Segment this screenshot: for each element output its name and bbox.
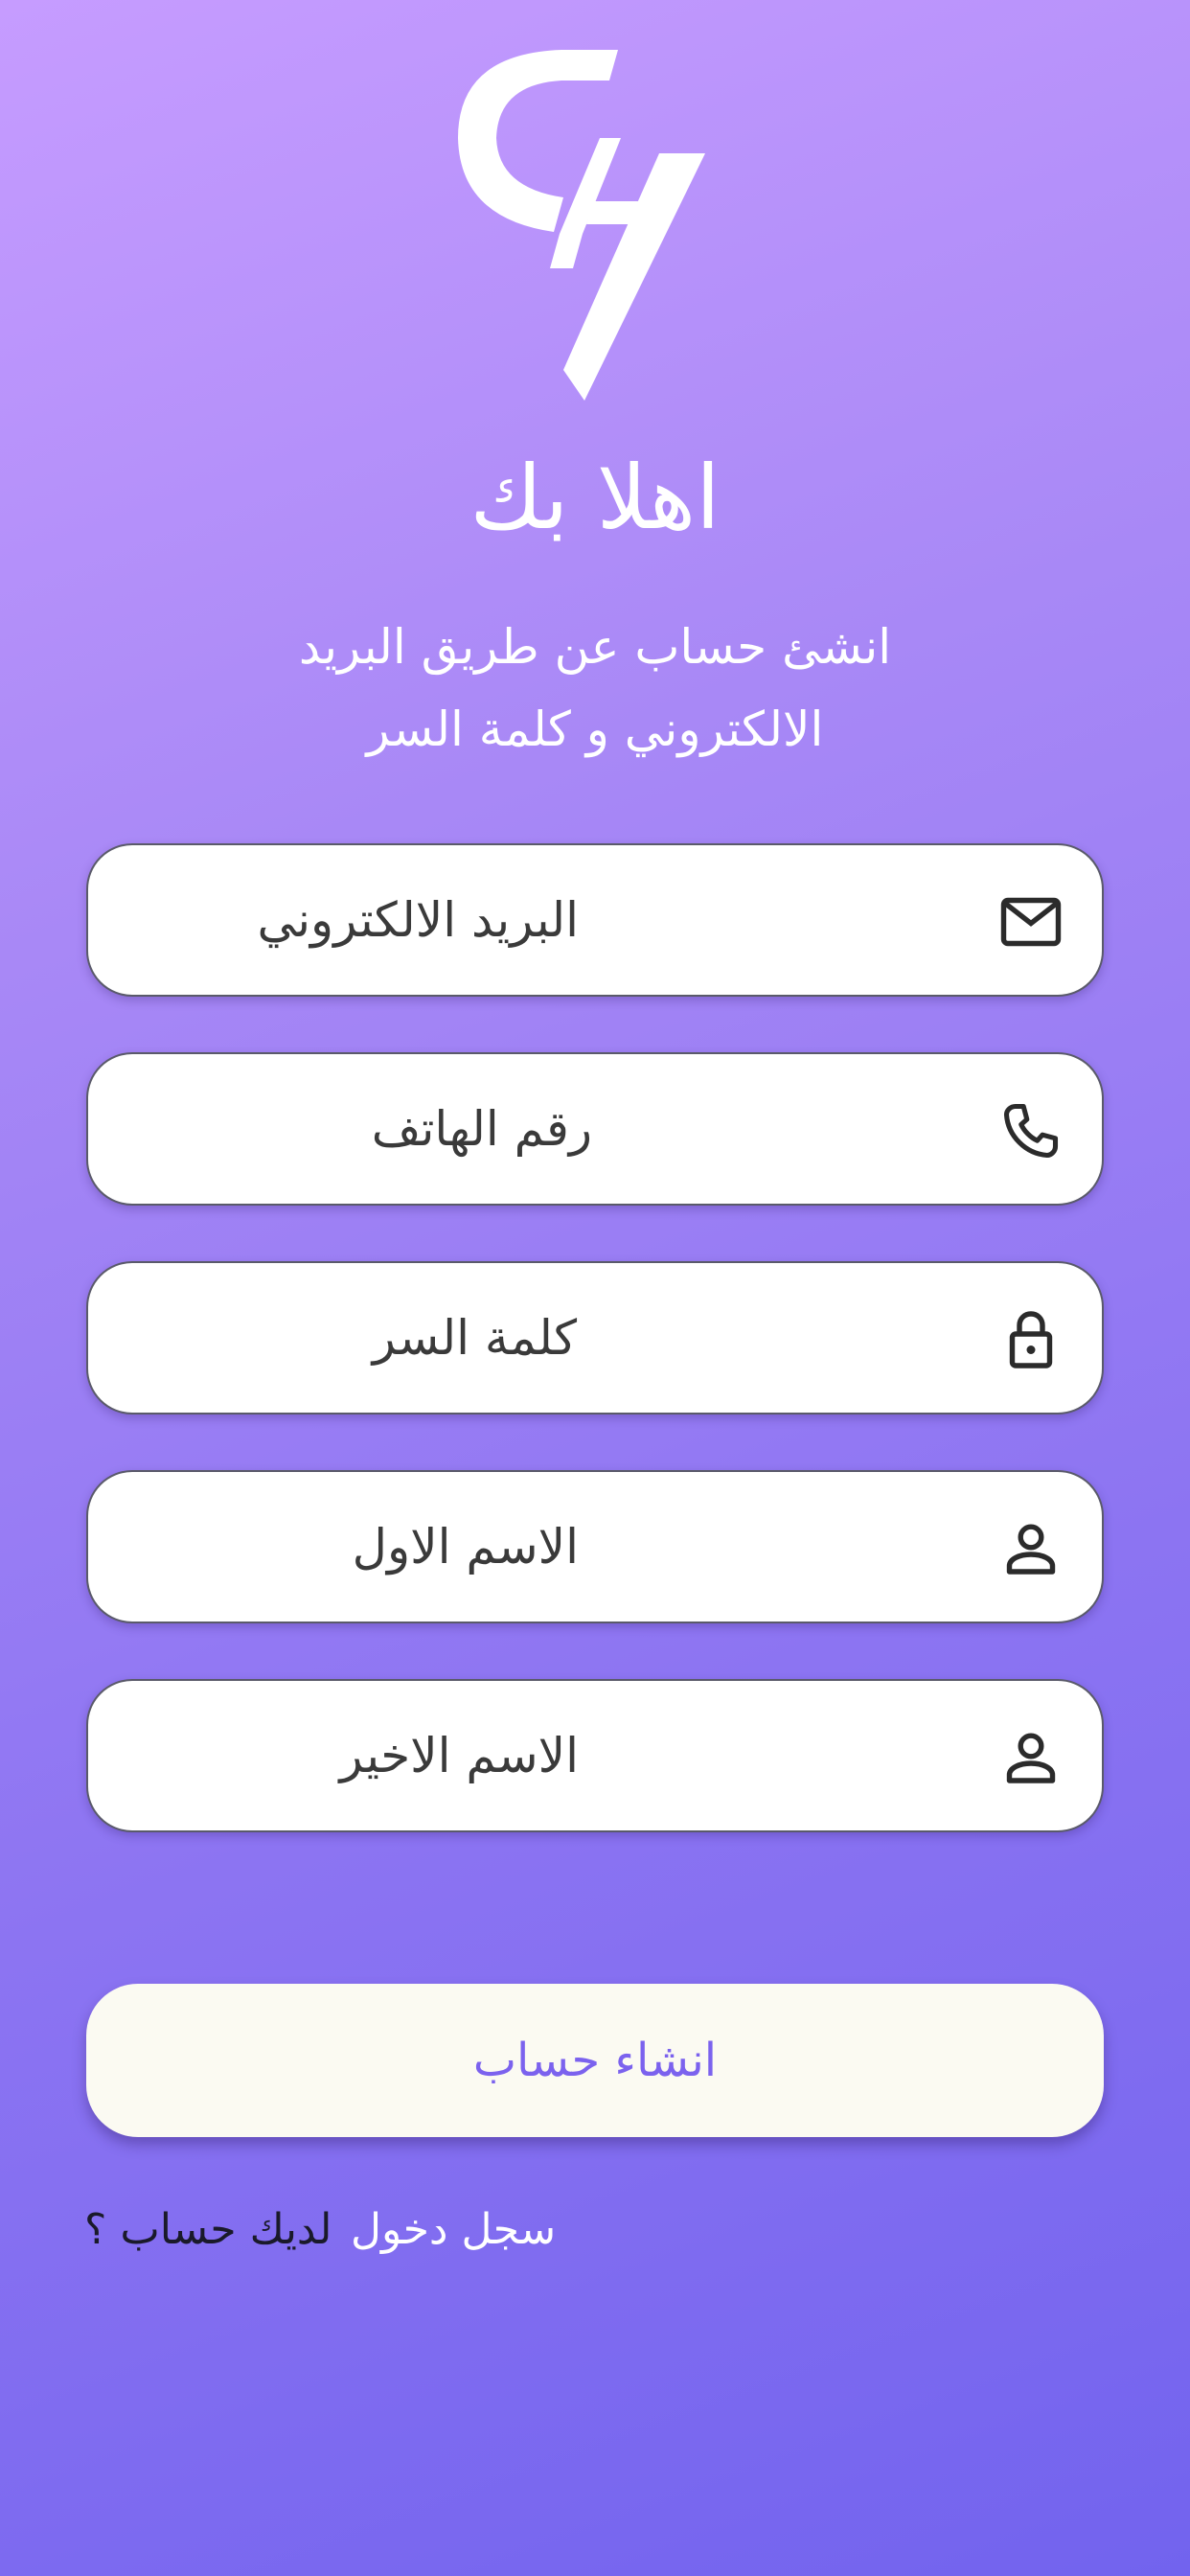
person-icon xyxy=(1006,1733,1056,1783)
subtitle-line-2: الالكتروني و كلمة السر xyxy=(366,702,824,757)
person-icon xyxy=(1006,1524,1056,1575)
email-field[interactable]: البريد الالكتروني xyxy=(86,843,1104,997)
subtitle-line-1: انشئ حساب عن طريق البريد xyxy=(298,619,892,675)
phone-icon xyxy=(1003,1103,1059,1159)
first-name-field[interactable]: الاسم الاول xyxy=(86,1470,1104,1623)
last-name-field[interactable]: الاسم الاخير xyxy=(86,1679,1104,1832)
phone-placeholder: رقم الهاتف xyxy=(371,1101,592,1157)
have-account-question: لديك حساب ؟ xyxy=(84,2205,332,2254)
login-link[interactable]: سجل دخول xyxy=(351,2196,556,2264)
password-field[interactable]: كلمة السر xyxy=(86,1261,1104,1414)
mail-icon xyxy=(1000,897,1062,947)
phone-field[interactable]: رقم الهاتف xyxy=(86,1052,1104,1206)
welcome-subtitle: انشئ حساب عن طريق البريد الالكتروني و كل… xyxy=(249,606,941,770)
password-placeholder: كلمة السر xyxy=(372,1310,577,1366)
welcome-title: اهلا بك xyxy=(469,447,721,549)
last-name-placeholder: الاسم الاخير xyxy=(339,1728,579,1783)
lock-icon xyxy=(1009,1311,1053,1368)
ch-logo-icon xyxy=(458,50,705,401)
create-account-button[interactable]: انشاء حساب xyxy=(86,1984,1104,2137)
email-placeholder: البريد الالكتروني xyxy=(257,892,579,948)
signup-screen: اهلا بك انشئ حساب عن طريق البريد الالكتر… xyxy=(0,0,1190,2576)
first-name-placeholder: الاسم الاول xyxy=(352,1519,579,1575)
